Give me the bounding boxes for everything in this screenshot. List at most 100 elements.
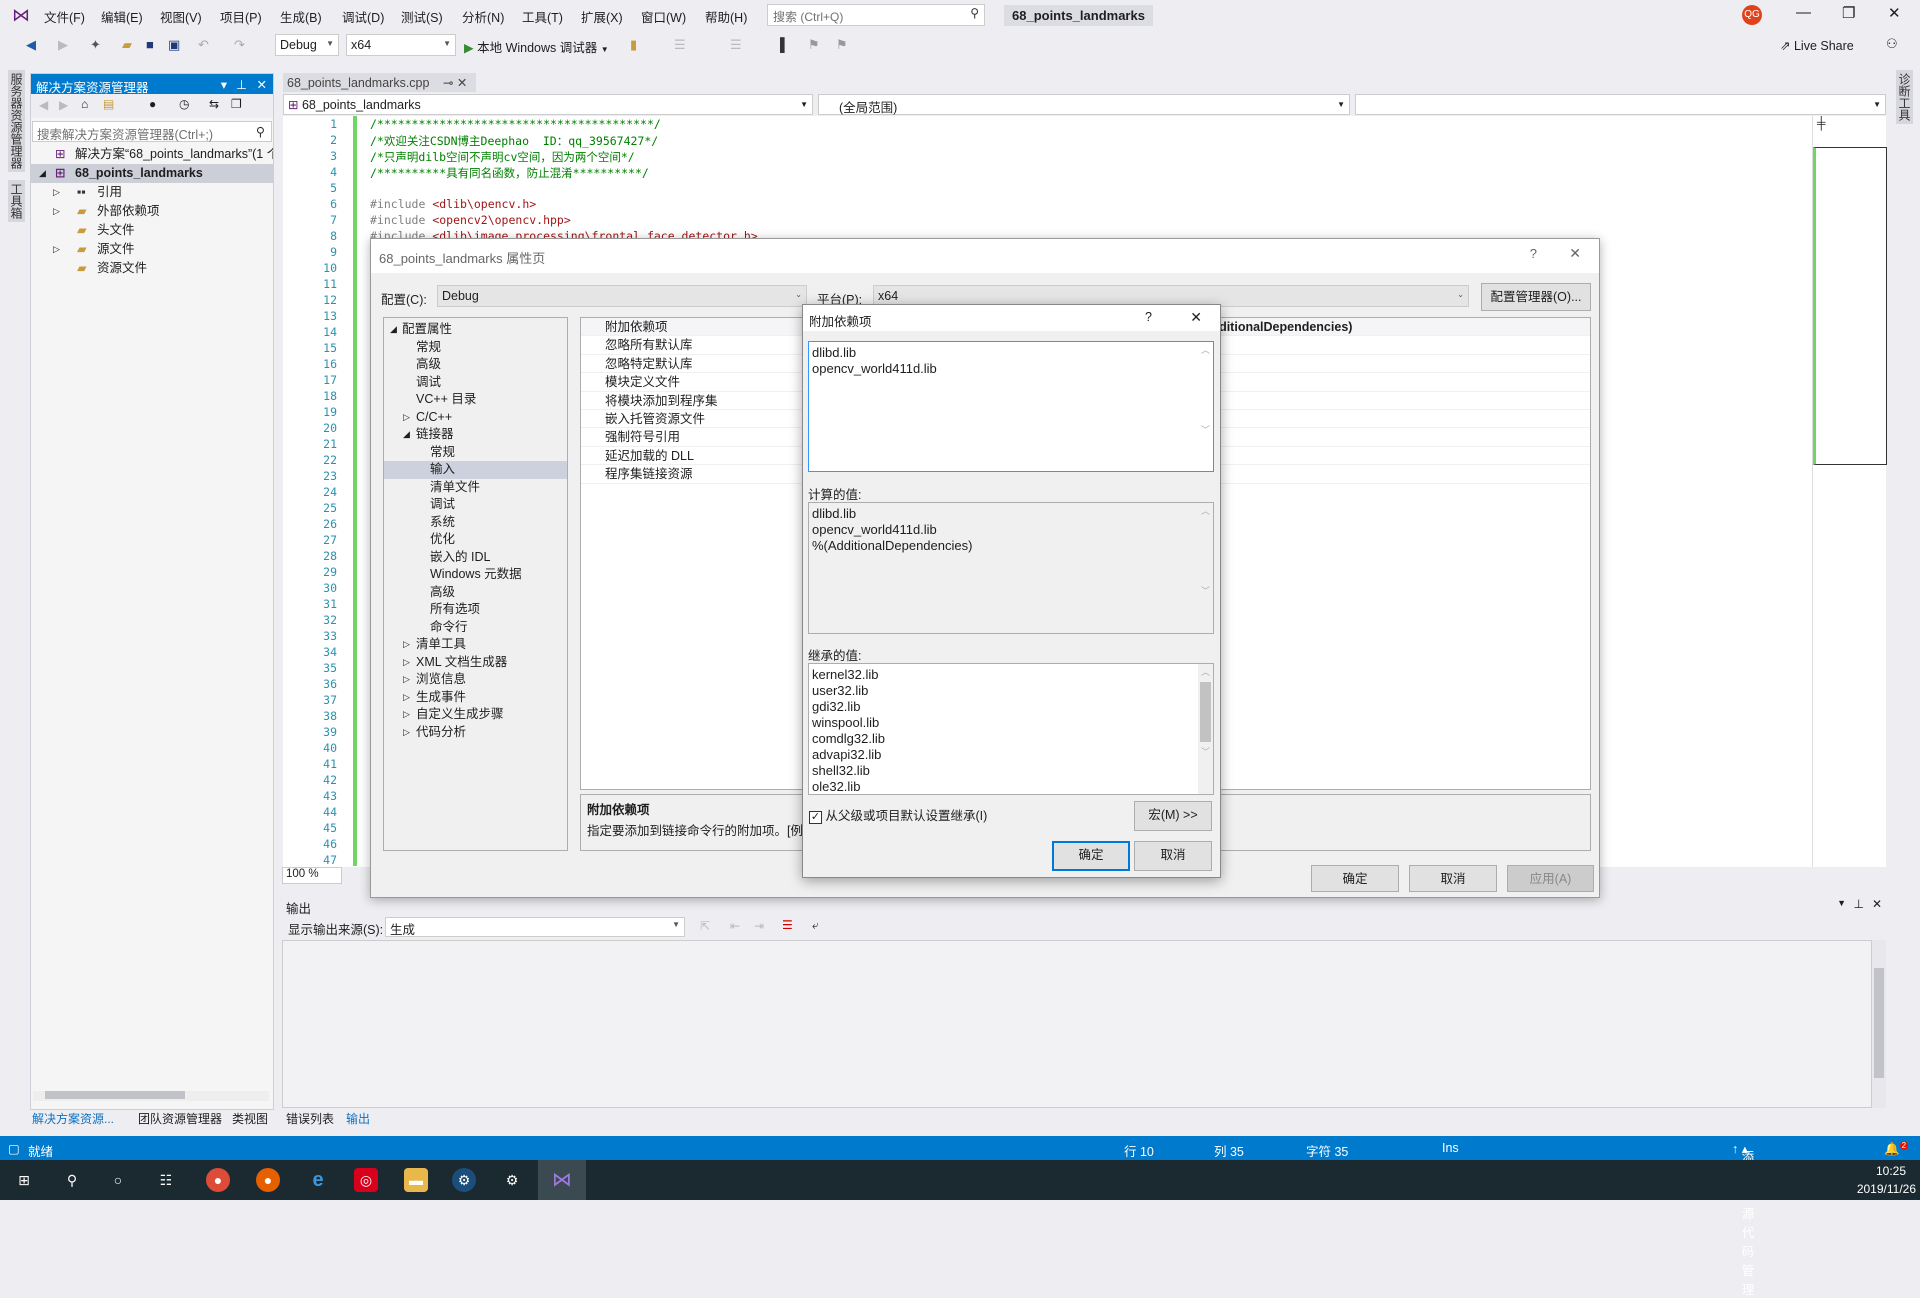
home-icon[interactable]: ⌂	[81, 97, 88, 111]
property-tree-item[interactable]: 调试	[384, 374, 567, 392]
bottom-tab[interactable]: 团队资源管理器	[138, 1110, 222, 1127]
platform-dropdown[interactable]: x64 ▼	[346, 34, 456, 56]
expand-arrow-icon[interactable]: ▷	[403, 409, 410, 427]
project-dropdown[interactable]: ⊞ 68_points_landmarks ▼	[283, 94, 813, 115]
property-tree-item[interactable]: 所有选项	[384, 601, 567, 619]
edge-icon[interactable]: e	[306, 1168, 330, 1192]
property-tree-item[interactable]: ▷ 代码分析	[384, 724, 567, 742]
close-icon[interactable]: ✕	[1569, 245, 1581, 262]
horizontal-scrollbar[interactable]	[33, 1091, 269, 1101]
output-text-area[interactable]	[282, 940, 1872, 1108]
property-tree-item[interactable]: 嵌入的 IDL	[384, 549, 567, 567]
sync-icon[interactable]: ⇆	[209, 97, 219, 111]
toolbox-tab[interactable]: 工具箱	[8, 180, 25, 222]
apply-button[interactable]: 应用(A)	[1507, 865, 1594, 892]
close-icon[interactable]: ✕	[257, 77, 267, 92]
search-icon[interactable]: ⚲	[60, 1168, 84, 1192]
property-tree-item[interactable]: 高级	[384, 356, 567, 374]
property-tree-item[interactable]: ▷ XML 文档生成器	[384, 654, 567, 672]
menu-item[interactable]: 测试(S)	[401, 7, 443, 26]
property-tree-item[interactable]: 常规	[384, 339, 567, 357]
cancel-button[interactable]: 取消	[1134, 841, 1212, 871]
pin-icon[interactable]: ⊥	[1854, 897, 1864, 911]
bookmark-icon[interactable]: ▌	[780, 37, 789, 52]
live-share-button[interactable]: ⇗ Live Share	[1780, 38, 1854, 53]
solution-search-input[interactable]: 搜索解决方案资源管理器(Ctrl+;) ⚲	[32, 121, 272, 142]
dropdown-icon[interactable]: ▼	[1837, 898, 1846, 908]
property-tree-item[interactable]: 优化	[384, 531, 567, 549]
property-tree-item[interactable]: 调试	[384, 496, 567, 514]
windows-start-icon[interactable]: ⊞	[12, 1168, 36, 1192]
dependencies-edit-box[interactable]: dlibd.lib opencv_world411d.lib ︿ ﹀	[808, 341, 1214, 472]
netease-music-icon[interactable]: ◎	[354, 1168, 378, 1192]
property-tree-item[interactable]: 常规	[384, 444, 567, 462]
help-button[interactable]: ?	[1530, 246, 1537, 261]
property-tree-item[interactable]: 输入	[384, 461, 567, 479]
server-explorer-tab[interactable]: 服务器资源管理器	[8, 70, 25, 172]
inherit-checkbox[interactable]: ✓ 从父级或项目默认设置继承(I)	[809, 805, 987, 824]
tree-item[interactable]: ▰ 资源文件	[31, 259, 273, 278]
tree-item[interactable]: ▷ ▰ 源文件	[31, 240, 273, 259]
bookmark-next-icon[interactable]: ⚑	[836, 37, 848, 53]
tree-item[interactable]: ▷ ▪▪ 引用	[31, 183, 273, 202]
expand-arrow-icon[interactable]: ▷	[53, 240, 60, 259]
vertical-scrollbar[interactable]: ︿ ﹀	[1198, 664, 1213, 794]
notification-icon[interactable]: 🔔 2	[1884, 1141, 1909, 1157]
menu-item[interactable]: 项目(P)	[220, 7, 262, 26]
dropdown-icon[interactable]: ▾	[221, 77, 227, 92]
property-tree-item[interactable]: 清单文件	[384, 479, 567, 497]
expand-arrow-icon[interactable]: ▷	[403, 689, 410, 707]
expand-arrow-icon[interactable]: ▷	[53, 183, 60, 202]
save-icon[interactable]: ■	[146, 37, 154, 52]
bottom-tab[interactable]: 解决方案资源...	[32, 1110, 114, 1127]
tree-item[interactable]: ▷ ▰ 外部依赖项	[31, 202, 273, 221]
property-tree-item[interactable]: ▷ C/C++	[384, 409, 567, 427]
redo-icon[interactable]: ↷	[234, 37, 245, 53]
bookmark-prev-icon[interactable]: ⚑	[808, 37, 820, 53]
show-all-icon[interactable]: ●	[149, 97, 156, 111]
settings-icon[interactable]: ⚙	[500, 1168, 524, 1192]
new-project-icon[interactable]: ✦	[90, 37, 101, 53]
bottom-tab[interactable]: 错误列表	[286, 1110, 334, 1127]
close-icon[interactable]: ✕	[1872, 897, 1882, 911]
previous-message-icon[interactable]: ⇤	[730, 919, 740, 933]
search-input[interactable]: 搜索 (Ctrl+Q) ⚲	[767, 4, 985, 26]
scope-dropdown[interactable]: (全局范围) ▼	[818, 94, 1350, 115]
undo-icon[interactable]: ↶	[198, 37, 209, 53]
firefox-icon[interactable]: ●	[256, 1168, 280, 1192]
expand-arrow-icon[interactable]: ◢	[39, 164, 46, 183]
cancel-button[interactable]: 取消	[1409, 865, 1497, 892]
property-tree-item[interactable]: ◢ 配置属性	[384, 321, 567, 339]
cortana-icon[interactable]: ○	[106, 1168, 130, 1192]
vertical-scrollbar[interactable]: ︿ ﹀	[1198, 503, 1213, 633]
menu-item[interactable]: 窗口(W)	[641, 7, 686, 26]
menu-item[interactable]: 调试(D)	[342, 7, 384, 26]
menu-item[interactable]: 扩展(X)	[581, 7, 623, 26]
config-dropdown[interactable]: Debug ▼	[275, 34, 339, 56]
tree-item[interactable]: ◢ ⊞ 68_points_landmarks	[31, 164, 273, 183]
ok-button[interactable]: 确定	[1052, 841, 1130, 871]
property-tree-item[interactable]: ▷ 浏览信息	[384, 671, 567, 689]
expand-arrow-icon[interactable]: ◢	[390, 321, 397, 339]
pending-changes-icon[interactable]: ◷	[179, 97, 189, 111]
menu-item[interactable]: 视图(V)	[160, 7, 202, 26]
expand-arrow-icon[interactable]: ◢	[403, 426, 410, 444]
bottom-tab[interactable]: 类视图	[232, 1110, 268, 1127]
forward-icon[interactable]: ▶	[59, 98, 68, 112]
visual-studio-taskbar-icon[interactable]: ⋈	[538, 1160, 586, 1200]
output-source-dropdown[interactable]: 生成 ▼	[385, 917, 685, 937]
avatar[interactable]: QG	[1742, 5, 1762, 25]
close-icon[interactable]: ✕	[1190, 309, 1202, 326]
property-tree-item[interactable]: 系统	[384, 514, 567, 532]
config-select[interactable]: Debug ⌄	[437, 285, 807, 307]
output-scrollbar[interactable]	[1872, 940, 1886, 1108]
close-icon[interactable]: ✕	[1888, 4, 1901, 22]
minimize-icon[interactable]: —	[1796, 4, 1811, 21]
chrome-icon[interactable]: ●	[206, 1168, 230, 1192]
split-icon[interactable]: ╪	[1817, 116, 1826, 130]
indent-icon[interactable]: ☰	[674, 37, 686, 53]
zoom-dropdown[interactable]: 100 %	[282, 867, 342, 884]
macros-button[interactable]: 宏(M) >>	[1134, 801, 1212, 831]
menu-item[interactable]: 文件(F)	[44, 7, 85, 26]
property-tree-item[interactable]: 命令行	[384, 619, 567, 637]
